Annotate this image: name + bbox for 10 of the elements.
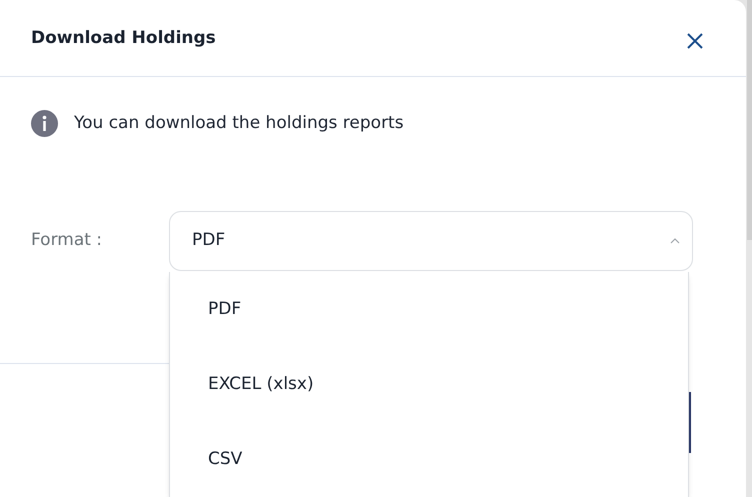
format-label: Format : [31, 229, 104, 252]
info-icon [31, 110, 58, 137]
format-select[interactable]: PDF [169, 211, 693, 271]
menu-option[interactable]: EXCEL (xlsx) [208, 372, 314, 398]
info-text: You can download the holdings reports [74, 112, 404, 135]
close-icon[interactable] [686, 32, 704, 50]
select-value: PDF [192, 229, 226, 252]
dialog-title: Download Holdings [31, 27, 216, 50]
menu-option[interactable]: CSV [208, 446, 242, 472]
menu-option[interactable]: PDF [208, 296, 242, 322]
